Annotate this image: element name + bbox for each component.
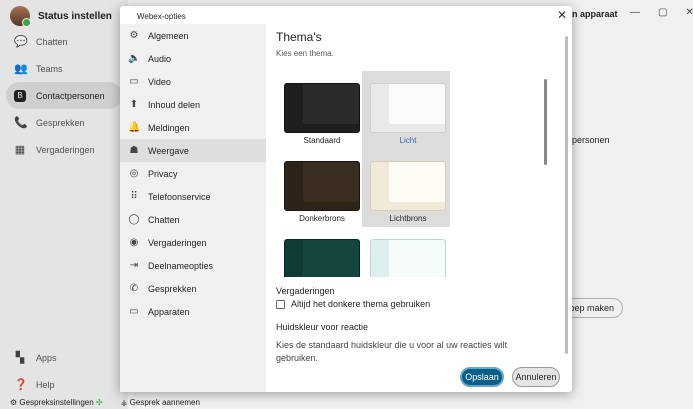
meetings-icon: ◉ [129, 237, 139, 248]
tab-vergaderingen[interactable]: ◉ Vergaderingen [120, 231, 266, 254]
section-title: Thema's [276, 30, 322, 44]
devices-icon: ▭ [129, 306, 139, 317]
tab-label: Weergave [148, 145, 189, 156]
save-button[interactable]: Opslaan [460, 367, 504, 387]
theme-name: Lichtbrons [389, 214, 427, 223]
video-icon: ▭ [129, 76, 139, 87]
content-scrollbar[interactable] [564, 30, 570, 360]
tab-privacy[interactable]: ◎ Privacy [120, 162, 266, 185]
theme-preview [284, 161, 360, 211]
display-icon: ☗ [129, 145, 139, 156]
tab-weergave[interactable]: ☗ Weergave [120, 139, 266, 162]
tab-label: Chatten [148, 214, 180, 225]
meetings-heading: Vergaderingen [276, 286, 335, 296]
dialog-content: Thema's Kies een thema. Standaard Licht … [266, 24, 572, 364]
tab-telefoonservice[interactable]: ⠿ Telefoonservice [120, 185, 266, 208]
tab-label: Video [148, 76, 171, 87]
tab-deelnameopties[interactable]: ⇥ Deelnameopties [120, 254, 266, 277]
theme-donkerbrons[interactable]: Donkerbrons [276, 149, 364, 227]
tab-label: Apparaten [148, 306, 190, 317]
chat-icon: ◯ [128, 214, 140, 225]
theme-name: Licht [399, 136, 417, 145]
theme-lichtbrons[interactable]: Lichtbrons [362, 149, 450, 227]
tab-label: Meldingen [148, 122, 190, 133]
theme-light-teal[interactable] [362, 227, 450, 277]
theme-name: Standaard [303, 136, 341, 145]
tab-label: Audio [148, 53, 172, 64]
tab-label: Gesprekken [148, 283, 197, 294]
tab-video[interactable]: ▭ Video [120, 70, 266, 93]
theme-preview [284, 239, 360, 277]
theme-dark-teal[interactable] [276, 227, 364, 277]
tab-meldingen[interactable]: 🔔 Meldingen [120, 116, 266, 139]
phone-icon: ✆ [129, 283, 139, 294]
tab-label: Vergaderingen [148, 237, 207, 248]
tab-label: Algemeen [148, 30, 189, 41]
options-dialog: Webex-opties ✕ ⚙ Algemeen 🔈 Audio ▭ Video ⬆… [120, 6, 572, 392]
cancel-button[interactable]: Annuleren [512, 367, 560, 387]
theme-scrollbar[interactable] [543, 71, 549, 277]
tab-label: Privacy [148, 168, 178, 179]
theme-standaard[interactable]: Standaard [276, 71, 364, 149]
theme-grid: Standaard Licht Donkerbrons Lichtbrons [276, 71, 548, 277]
tab-algemeen[interactable]: ⚙ Algemeen [120, 24, 266, 47]
tab-gesprekken[interactable]: ✆ Gesprekken [120, 277, 266, 300]
dialpad-icon: ⠿ [130, 191, 138, 202]
tab-label: Inhoud delen [148, 99, 201, 110]
theme-name: Donkerbrons [299, 214, 345, 223]
dark-theme-label: Altijd het donkere thema gebruiken [291, 299, 431, 309]
gear-icon: ⚙ [129, 30, 139, 41]
tab-audio[interactable]: 🔈 Audio [120, 47, 266, 70]
privacy-icon: ◎ [129, 168, 139, 179]
tab-label: Deelnameopties [148, 260, 214, 271]
close-icon[interactable]: ✕ [557, 8, 567, 22]
tab-label: Telefoonservice [148, 191, 211, 202]
theme-licht[interactable]: Licht [362, 71, 450, 149]
speaker-icon: 🔈 [128, 53, 141, 64]
bell-icon: 🔔 [128, 122, 141, 133]
theme-preview [370, 161, 446, 211]
dialog-sidebar: ⚙ Algemeen 🔈 Audio ▭ Video ⬆ Inhoud delen 🔔 M… [120, 24, 266, 392]
dark-theme-option[interactable]: Altijd het donkere thema gebruiken [276, 299, 430, 309]
join-icon: ⇥ [129, 260, 139, 271]
dialog-title: Webex-opties [137, 12, 186, 21]
skin-tone-heading: Huidskleur voor reactie [276, 322, 369, 332]
theme-preview [370, 239, 446, 277]
section-subtitle: Kies een thema. [276, 49, 334, 58]
theme-preview [284, 83, 360, 133]
theme-preview [370, 83, 446, 133]
tab-inhoud-delen[interactable]: ⬆ Inhoud delen [120, 93, 266, 116]
share-icon: ⬆ [129, 99, 139, 110]
skin-tone-description: Kies de standaard huidskleur die u voor … [276, 340, 508, 363]
tab-apparaten[interactable]: ▭ Apparaten [120, 300, 266, 323]
tab-chatten[interactable]: ◯ Chatten [120, 208, 266, 231]
dark-theme-checkbox[interactable] [276, 299, 285, 309]
